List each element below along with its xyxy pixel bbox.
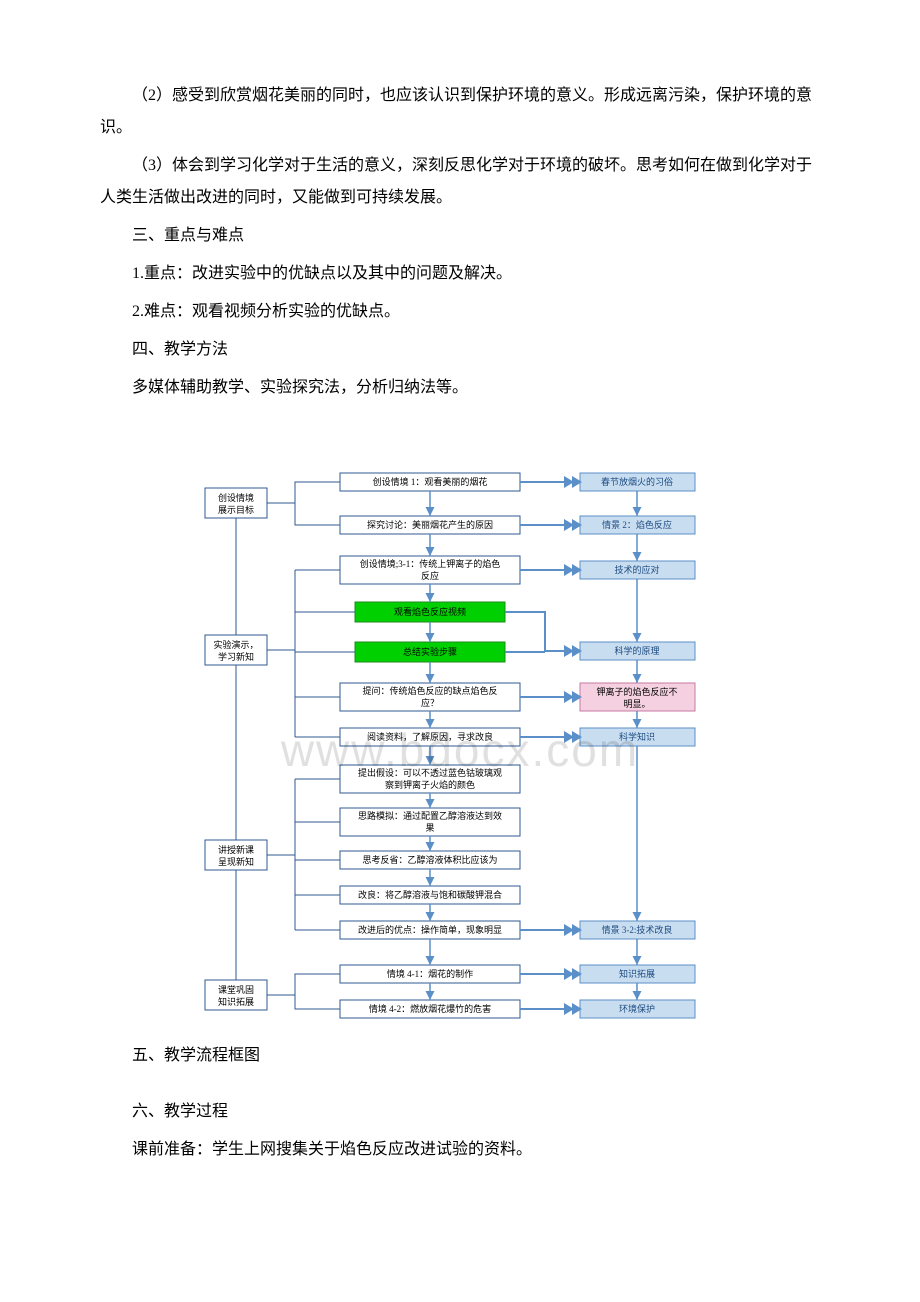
mid-box-9: 思路模拟：通过配置乙醇溶液达到效 果 <box>340 808 520 836</box>
left-box-4: 课堂巩固 知识拓展 <box>205 980 267 1010</box>
left-box-3-line2: 呈现新知 <box>218 856 254 867</box>
right-box-1: 春节放烟火的习俗 <box>580 473 695 491</box>
left-box-2-line1: 实验演示， <box>213 639 258 650</box>
mid-box-14: 情境 4-2：燃放烟花爆竹的危害 <box>340 1000 520 1018</box>
mid-box-7-text: 阅读资料，了解原因，寻求改良 <box>367 731 493 742</box>
left-box-4-line2: 知识拓展 <box>218 996 254 1007</box>
mid-box-5: 总结实验步骤 <box>355 642 505 662</box>
mid-box-13-text: 情境 4-1：烟花的制作 <box>387 968 473 979</box>
heading-5: 五、教学流程框图 <box>100 1040 820 1072</box>
right-box-8: 知识拓展 <box>580 965 695 983</box>
paragraph-prep: 课前准备：学生上网搜集关于焰色反应改进试验的资料。 <box>100 1134 820 1166</box>
mid-box-11-text: 改良：将乙醇溶液与饱和碳酸钾混合 <box>358 889 502 900</box>
mid-box-4: 观看焰色反应视频 <box>355 602 505 622</box>
right-box-6: 科学知识 <box>580 728 695 746</box>
left-box-1-line2: 展示目标 <box>218 504 254 515</box>
right-box-2-text: 情景 2：焰色反应 <box>602 519 672 530</box>
mid-box-8: 提出假设：可以不透过蓝色钴玻璃观 察到钾离子火焰的颜色 <box>340 765 520 793</box>
right-box-3: 技术的应对 <box>580 561 695 579</box>
mid-box-3-line2: 反应 <box>421 570 439 581</box>
mid-box-1-text: 创设情境 1：观看美丽的烟花 <box>373 476 488 487</box>
mid-box-12-text: 改进后的优点：操作简单，现象明显 <box>358 924 502 935</box>
mid-box-2: 探究讨论：美丽烟花产生的原因 <box>340 516 520 534</box>
right-box-9-text: 环境保护 <box>619 1003 655 1014</box>
left-box-2: 实验演示， 学习新知 <box>205 635 267 665</box>
right-box-3-text: 技术的应对 <box>614 564 659 575</box>
mid-box-9-line1: 思路模拟：通过配置乙醇溶液达到效 <box>358 810 502 821</box>
right-box-1-text: 春节放烟火的习俗 <box>601 476 673 487</box>
mid-box-8-line2: 察到钾离子火焰的颜色 <box>385 779 475 790</box>
right-box-7: 情景 3-2:技术改良 <box>580 921 695 939</box>
left-box-2-line2: 学习新知 <box>218 651 254 662</box>
mid-box-3-line1: 创设情境;3-1：传统上钾离子的焰色 <box>360 558 501 569</box>
left-box-1-line1: 创设情境 <box>218 492 254 503</box>
paragraph-key-point: 1.重点：改进实验中的优缺点以及其中的问题及解决。 <box>100 258 820 290</box>
mid-box-1: 创设情境 1：观看美丽的烟花 <box>340 473 520 491</box>
right-box-5-line2: 明显。 <box>623 699 650 709</box>
right-box-6-text: 科学知识 <box>619 731 655 742</box>
heading-3: 三、重点与难点 <box>100 220 820 252</box>
mid-box-6: 提问：传统焰色反应的缺点焰色反 应？ <box>340 683 520 711</box>
mid-box-3: 创设情境;3-1：传统上钾离子的焰色 反应 <box>340 556 520 584</box>
paragraph-2: （2）感受到欣赏烟花美丽的同时，也应该认识到保护环境的意义。形成远离污染，保护环… <box>100 80 820 144</box>
mid-box-14-text: 情境 4-2：燃放烟花爆竹的危害 <box>369 1003 491 1014</box>
paragraph-methods: 多媒体辅助教学、实验探究法，分析归纳法等。 <box>100 372 820 404</box>
mid-box-2-text: 探究讨论：美丽烟花产生的原因 <box>367 519 493 530</box>
mid-box-9-line2: 果 <box>425 823 434 833</box>
left-box-3: 讲授新课 呈现新知 <box>205 840 267 870</box>
mid-box-7: 阅读资料，了解原因，寻求改良 <box>340 728 520 746</box>
right-box-4-text: 科学的原理 <box>614 645 659 656</box>
mid-box-8-line1: 提出假设：可以不透过蓝色钴玻璃观 <box>358 767 502 778</box>
right-box-2: 情景 2：焰色反应 <box>580 516 695 534</box>
flowchart: www.bdocx.com 创设情境 展示目标 实验演示， 学习新知 讲授新课 … <box>195 470 725 1030</box>
right-box-9: 环境保护 <box>580 1000 695 1018</box>
right-box-4: 科学的原理 <box>580 642 695 660</box>
mid-box-10-text: 思考反省：乙醇溶液体积比应该为 <box>362 854 497 865</box>
heading-6: 六、教学过程 <box>100 1096 820 1128</box>
right-box-8-text: 知识拓展 <box>619 968 655 979</box>
mid-box-4-text: 观看焰色反应视频 <box>394 606 466 617</box>
mid-box-12: 改进后的优点：操作简单，现象明显 <box>340 921 520 939</box>
left-box-1: 创设情境 展示目标 <box>205 488 267 518</box>
paragraph-difficulty: 2.难点：观看视频分析实验的优缺点。 <box>100 296 820 328</box>
mid-box-5-text: 总结实验步骤 <box>403 646 457 657</box>
left-box-4-line1: 课堂巩固 <box>218 984 254 995</box>
heading-4: 四、教学方法 <box>100 334 820 366</box>
mid-box-6-line1: 提问：传统焰色反应的缺点焰色反 <box>362 685 497 696</box>
right-box-5-line1: 钾离子的焰色反应不 <box>596 686 677 697</box>
mid-box-11: 改良：将乙醇溶液与饱和碳酸钾混合 <box>340 886 520 904</box>
right-box-5: 钾离子的焰色反应不 明显。 <box>580 683 695 711</box>
left-box-3-line1: 讲授新课 <box>218 844 254 855</box>
mid-box-13: 情境 4-1：烟花的制作 <box>340 965 520 983</box>
mid-box-10: 思考反省：乙醇溶液体积比应该为 <box>340 851 520 869</box>
right-box-7-text: 情景 3-2:技术改良 <box>602 924 673 935</box>
mid-box-6-line2: 应？ <box>421 697 439 708</box>
paragraph-3: （3）体会到学习化学对于生活的意义，深刻反思化学对于环境的破坏。思考如何在做到化… <box>100 150 820 214</box>
